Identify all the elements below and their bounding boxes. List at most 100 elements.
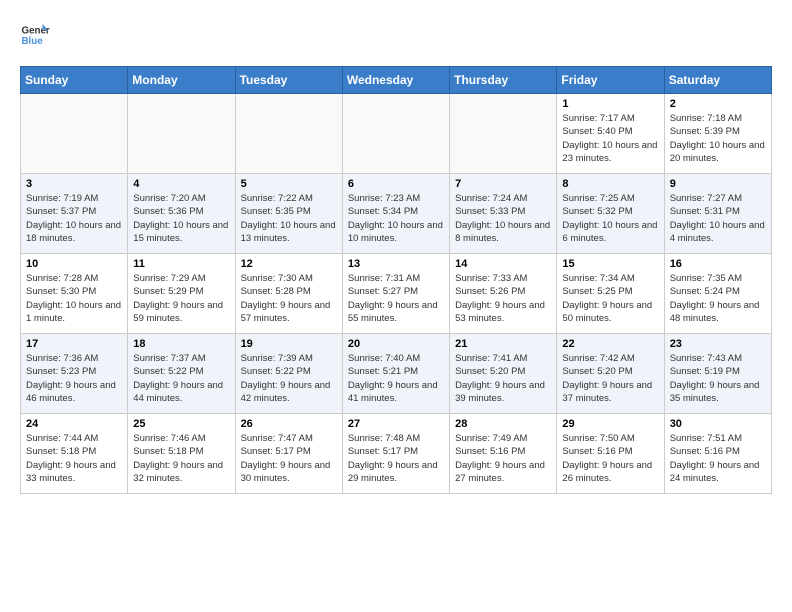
calendar-cell: 12 Sunrise: 7:30 AM Sunset: 5:28 PM Dayli… [235, 254, 342, 334]
day-info: Sunrise: 7:33 AM Sunset: 5:26 PM Dayligh… [455, 272, 551, 325]
calendar-cell: 18 Sunrise: 7:37 AM Sunset: 5:22 PM Dayli… [128, 334, 235, 414]
day-info: Sunrise: 7:44 AM Sunset: 5:18 PM Dayligh… [26, 432, 122, 485]
calendar-cell: 6 Sunrise: 7:23 AM Sunset: 5:34 PM Daylig… [342, 174, 449, 254]
day-number: 16 [670, 258, 766, 270]
calendar-cell: 15 Sunrise: 7:34 AM Sunset: 5:25 PM Dayli… [557, 254, 664, 334]
calendar-cell [128, 94, 235, 174]
day-number: 11 [133, 258, 229, 270]
calendar-cell: 8 Sunrise: 7:25 AM Sunset: 5:32 PM Daylig… [557, 174, 664, 254]
calendar-cell [450, 94, 557, 174]
day-info: Sunrise: 7:22 AM Sunset: 5:35 PM Dayligh… [241, 192, 337, 245]
day-info: Sunrise: 7:42 AM Sunset: 5:20 PM Dayligh… [562, 352, 658, 405]
day-number: 20 [348, 338, 444, 350]
day-number: 27 [348, 418, 444, 430]
calendar-cell: 4 Sunrise: 7:20 AM Sunset: 5:36 PM Daylig… [128, 174, 235, 254]
day-info: Sunrise: 7:27 AM Sunset: 5:31 PM Dayligh… [670, 192, 766, 245]
day-info: Sunrise: 7:17 AM Sunset: 5:40 PM Dayligh… [562, 112, 658, 165]
calendar-cell: 3Sunrise: 7:19 AM Sunset: 5:37 PM Daylig… [21, 174, 128, 254]
calendar-week-row: 24 Sunrise: 7:44 AM Sunset: 5:18 PM Dayli… [21, 414, 772, 494]
weekday-header: Tuesday [235, 67, 342, 94]
calendar-cell: 16Sunrise: 7:35 AM Sunset: 5:24 PM Dayli… [664, 254, 771, 334]
logo-icon: General Blue [20, 20, 50, 50]
day-info: Sunrise: 7:30 AM Sunset: 5:28 PM Dayligh… [241, 272, 337, 325]
day-number: 14 [455, 258, 551, 270]
day-info: Sunrise: 7:39 AM Sunset: 5:22 PM Dayligh… [241, 352, 337, 405]
calendar-cell: 7 Sunrise: 7:24 AM Sunset: 5:33 PM Daylig… [450, 174, 557, 254]
day-number: 17 [26, 338, 122, 350]
day-number: 7 [455, 178, 551, 190]
day-info: Sunrise: 7:51 AM Sunset: 5:16 PM Dayligh… [670, 432, 766, 485]
day-number: 28 [455, 418, 551, 430]
day-info: Sunrise: 7:41 AM Sunset: 5:20 PM Dayligh… [455, 352, 551, 405]
calendar-cell: 1 Sunrise: 7:17 AM Sunset: 5:40 PM Daylig… [557, 94, 664, 174]
day-info: Sunrise: 7:31 AM Sunset: 5:27 PM Dayligh… [348, 272, 444, 325]
calendar-cell: 22Sunrise: 7:42 AM Sunset: 5:20 PM Dayli… [557, 334, 664, 414]
day-number: 13 [348, 258, 444, 270]
day-number: 1 [562, 98, 658, 110]
day-number: 2 [670, 98, 766, 110]
weekday-header-row: SundayMondayTuesdayWednesdayThursdayFrid… [21, 67, 772, 94]
calendar-cell: 28 Sunrise: 7:49 AM Sunset: 5:16 PM Dayli… [450, 414, 557, 494]
calendar-cell [21, 94, 128, 174]
day-number: 6 [348, 178, 444, 190]
day-number: 23 [670, 338, 766, 350]
day-info: Sunrise: 7:23 AM Sunset: 5:34 PM Dayligh… [348, 192, 444, 245]
svg-text:General: General [22, 26, 51, 37]
day-info: Sunrise: 7:19 AM Sunset: 5:37 PM Dayligh… [26, 192, 122, 245]
day-number: 19 [241, 338, 337, 350]
calendar-week-row: 1 Sunrise: 7:17 AM Sunset: 5:40 PM Daylig… [21, 94, 772, 174]
calendar-cell: 17Sunrise: 7:36 AM Sunset: 5:23 PM Dayli… [21, 334, 128, 414]
day-number: 21 [455, 338, 551, 350]
day-info: Sunrise: 7:50 AM Sunset: 5:16 PM Dayligh… [562, 432, 658, 485]
day-info: Sunrise: 7:49 AM Sunset: 5:16 PM Dayligh… [455, 432, 551, 485]
calendar-table: SundayMondayTuesdayWednesdayThursdayFrid… [20, 66, 772, 494]
calendar-week-row: 17Sunrise: 7:36 AM Sunset: 5:23 PM Dayli… [21, 334, 772, 414]
calendar-week-row: 3Sunrise: 7:19 AM Sunset: 5:37 PM Daylig… [21, 174, 772, 254]
day-info: Sunrise: 7:20 AM Sunset: 5:36 PM Dayligh… [133, 192, 229, 245]
day-info: Sunrise: 7:43 AM Sunset: 5:19 PM Dayligh… [670, 352, 766, 405]
weekday-header: Wednesday [342, 67, 449, 94]
day-number: 30 [670, 418, 766, 430]
calendar-cell: 19 Sunrise: 7:39 AM Sunset: 5:22 PM Dayli… [235, 334, 342, 414]
day-info: Sunrise: 7:40 AM Sunset: 5:21 PM Dayligh… [348, 352, 444, 405]
calendar-cell [342, 94, 449, 174]
calendar-cell [235, 94, 342, 174]
day-number: 29 [562, 418, 658, 430]
day-number: 12 [241, 258, 337, 270]
day-info: Sunrise: 7:25 AM Sunset: 5:32 PM Dayligh… [562, 192, 658, 245]
calendar-cell: 21 Sunrise: 7:41 AM Sunset: 5:20 PM Dayli… [450, 334, 557, 414]
day-number: 10 [26, 258, 122, 270]
calendar-cell: 26 Sunrise: 7:47 AM Sunset: 5:17 PM Dayli… [235, 414, 342, 494]
weekday-header: Monday [128, 67, 235, 94]
day-number: 8 [562, 178, 658, 190]
calendar-cell: 5Sunrise: 7:22 AM Sunset: 5:35 PM Daylig… [235, 174, 342, 254]
logo: General Blue [20, 20, 54, 50]
calendar-cell: 10 Sunrise: 7:28 AM Sunset: 5:30 PM Dayli… [21, 254, 128, 334]
svg-text:Blue: Blue [22, 36, 44, 47]
day-info: Sunrise: 7:46 AM Sunset: 5:18 PM Dayligh… [133, 432, 229, 485]
day-number: 24 [26, 418, 122, 430]
day-info: Sunrise: 7:24 AM Sunset: 5:33 PM Dayligh… [455, 192, 551, 245]
day-number: 25 [133, 418, 229, 430]
weekday-header: Sunday [21, 67, 128, 94]
day-info: Sunrise: 7:29 AM Sunset: 5:29 PM Dayligh… [133, 272, 229, 325]
day-number: 15 [562, 258, 658, 270]
day-number: 26 [241, 418, 337, 430]
day-number: 4 [133, 178, 229, 190]
day-number: 9 [670, 178, 766, 190]
calendar-cell: 20 Sunrise: 7:40 AM Sunset: 5:21 PM Dayli… [342, 334, 449, 414]
day-number: 18 [133, 338, 229, 350]
calendar-cell: 14 Sunrise: 7:33 AM Sunset: 5:26 PM Dayli… [450, 254, 557, 334]
calendar-cell: 9 Sunrise: 7:27 AM Sunset: 5:31 PM Daylig… [664, 174, 771, 254]
day-info: Sunrise: 7:47 AM Sunset: 5:17 PM Dayligh… [241, 432, 337, 485]
calendar-week-row: 10 Sunrise: 7:28 AM Sunset: 5:30 PM Dayli… [21, 254, 772, 334]
weekday-header: Saturday [664, 67, 771, 94]
day-info: Sunrise: 7:37 AM Sunset: 5:22 PM Dayligh… [133, 352, 229, 405]
calendar-cell: 23 Sunrise: 7:43 AM Sunset: 5:19 PM Dayli… [664, 334, 771, 414]
calendar-cell: 30 Sunrise: 7:51 AM Sunset: 5:16 PM Dayli… [664, 414, 771, 494]
day-info: Sunrise: 7:18 AM Sunset: 5:39 PM Dayligh… [670, 112, 766, 165]
day-info: Sunrise: 7:34 AM Sunset: 5:25 PM Dayligh… [562, 272, 658, 325]
calendar-cell: 24 Sunrise: 7:44 AM Sunset: 5:18 PM Dayli… [21, 414, 128, 494]
calendar-cell: 25 Sunrise: 7:46 AM Sunset: 5:18 PM Dayli… [128, 414, 235, 494]
day-info: Sunrise: 7:28 AM Sunset: 5:30 PM Dayligh… [26, 272, 122, 325]
